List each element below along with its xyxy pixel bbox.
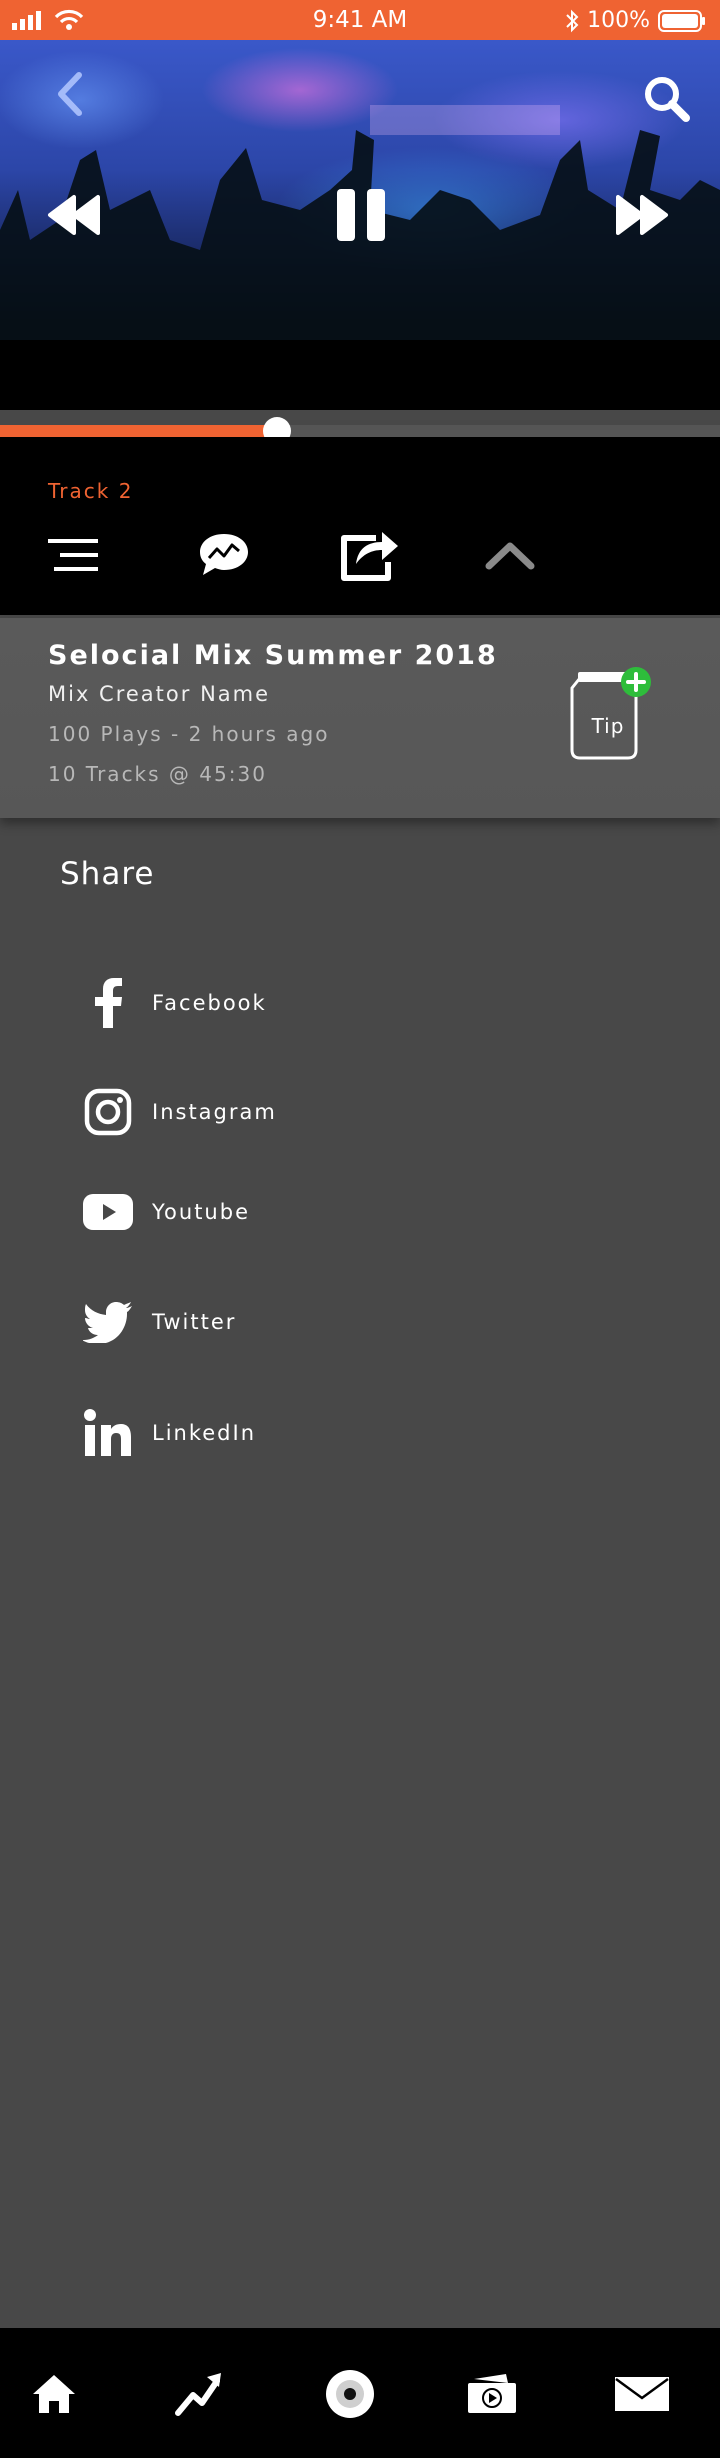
trending-icon bbox=[175, 2373, 221, 2416]
share-button[interactable] bbox=[336, 521, 402, 583]
chevron-left-icon bbox=[58, 72, 82, 116]
battery-icon bbox=[658, 9, 705, 32]
share-instagram[interactable]: Instagram bbox=[82, 1084, 482, 1140]
share-facebook[interactable]: Facebook bbox=[82, 975, 482, 1031]
nav-mail[interactable] bbox=[612, 2364, 672, 2424]
progress-slider[interactable] bbox=[0, 417, 720, 445]
youtube-icon bbox=[82, 1186, 134, 1238]
fast-forward-icon bbox=[616, 195, 668, 235]
track-label: Track 2 bbox=[48, 479, 134, 503]
share-youtube-label: Youtube bbox=[152, 1200, 250, 1224]
instagram-icon bbox=[82, 1086, 134, 1138]
comments-button[interactable] bbox=[196, 527, 252, 583]
collapse-button[interactable] bbox=[484, 537, 536, 573]
chat-trend-icon bbox=[200, 534, 248, 575]
share-icon bbox=[341, 532, 398, 581]
videos-icon bbox=[468, 2374, 516, 2413]
mix-info-card: Selocial Mix Summer 2018 Mix Creator Nam… bbox=[0, 618, 720, 818]
mail-icon bbox=[615, 2377, 669, 2411]
share-facebook-label: Facebook bbox=[152, 991, 267, 1015]
rewind-button[interactable] bbox=[46, 190, 102, 240]
tip-label: Tip bbox=[591, 714, 625, 738]
progress-fill bbox=[0, 425, 278, 437]
share-instagram-label: Instagram bbox=[152, 1100, 277, 1124]
tip-jar-button[interactable]: Tip bbox=[568, 666, 658, 766]
search-button[interactable] bbox=[640, 72, 692, 124]
nav-videos[interactable] bbox=[462, 2364, 522, 2424]
rewind-icon bbox=[48, 195, 100, 235]
player-controls: Track 2 bbox=[0, 437, 720, 615]
back-button[interactable] bbox=[46, 70, 94, 118]
facebook-icon bbox=[82, 977, 134, 1029]
nav-record[interactable] bbox=[320, 2364, 380, 2424]
mix-plays: 100 Plays - 2 hours ago bbox=[48, 722, 330, 746]
tracklist-button[interactable] bbox=[48, 529, 100, 581]
home-icon bbox=[33, 2375, 75, 2413]
nav-home[interactable] bbox=[24, 2364, 84, 2424]
linkedin-icon bbox=[82, 1407, 134, 1459]
hero-image bbox=[0, 40, 720, 410]
mix-title: Selocial Mix Summer 2018 bbox=[48, 640, 498, 671]
share-youtube[interactable]: Youtube bbox=[82, 1184, 482, 1240]
pause-icon bbox=[337, 189, 385, 241]
twitter-icon bbox=[82, 1296, 134, 1348]
record-icon bbox=[326, 2370, 374, 2418]
nav-trending[interactable] bbox=[170, 2364, 230, 2424]
bluetooth-icon bbox=[566, 9, 579, 32]
share-linkedin-label: LinkedIn bbox=[152, 1421, 257, 1445]
share-linkedin[interactable]: LinkedIn bbox=[82, 1405, 482, 1461]
chevron-up-icon bbox=[485, 542, 535, 570]
status-right: 100% bbox=[565, 8, 706, 33]
fast-forward-button[interactable] bbox=[614, 190, 670, 240]
mix-tracks: 10 Tracks @ 45:30 bbox=[48, 762, 267, 786]
bottom-nav bbox=[0, 2328, 720, 2458]
menu-list-icon bbox=[48, 539, 98, 571]
status-bar: 9:41 AM 100% bbox=[0, 0, 720, 40]
share-twitter-label: Twitter bbox=[152, 1310, 237, 1334]
battery-percent: 100% bbox=[587, 8, 650, 33]
share-twitter[interactable]: Twitter bbox=[82, 1294, 482, 1350]
pause-button[interactable] bbox=[334, 185, 388, 245]
mix-creator[interactable]: Mix Creator Name bbox=[48, 682, 270, 706]
share-title: Share bbox=[60, 856, 155, 892]
search-icon bbox=[645, 77, 690, 122]
